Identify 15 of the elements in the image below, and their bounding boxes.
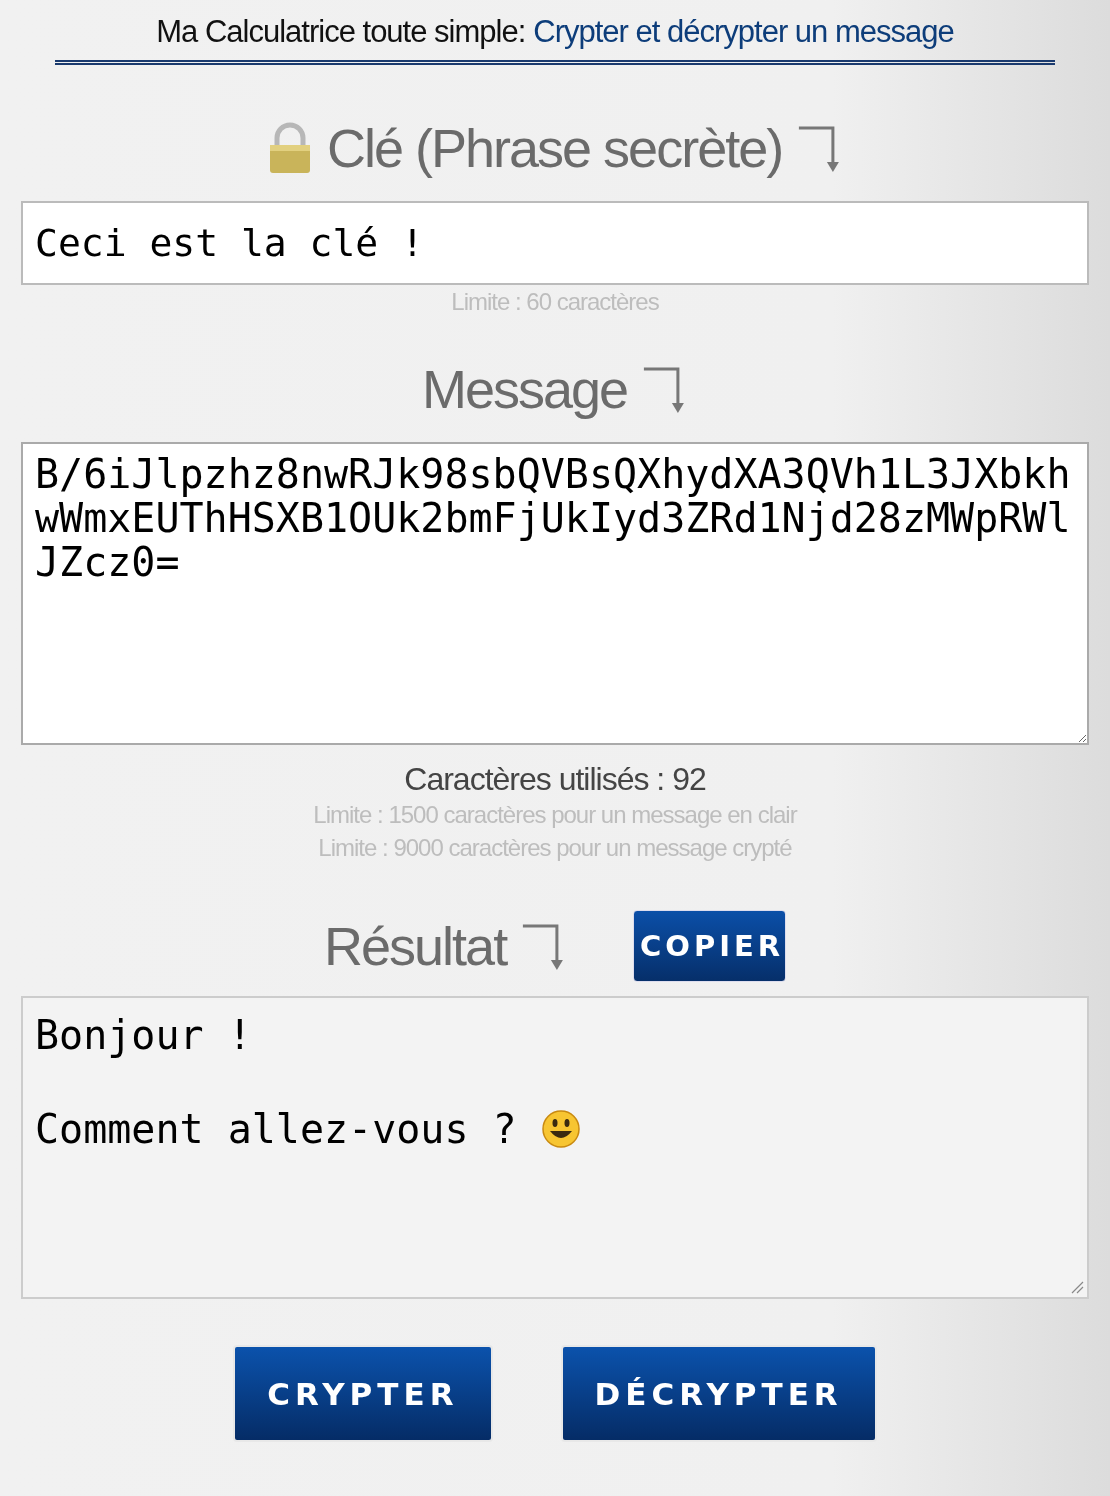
- message-textarea[interactable]: B/6iJlpzhz8nwRJk98sbQVBsQXhydXA3QVh1L3JXbkhwWmxEUThHSXB1OUk2bmFjUkIyd3ZRd1Njd28zMWpRWlJZcz0=: [21, 442, 1089, 745]
- key-input-field[interactable]: Ceci est la clé !: [21, 201, 1089, 285]
- copy-button[interactable]: COPIER: [632, 910, 786, 982]
- result-textarea[interactable]: Bonjour ! Comment allez-vous ?: [21, 996, 1089, 1299]
- message-heading: Message: [422, 358, 628, 420]
- resize-grip-icon[interactable]: [1070, 1280, 1084, 1294]
- encrypt-button[interactable]: CRYPTER: [233, 1345, 493, 1442]
- page-subtitle: Crypter et décrypter un message: [533, 14, 954, 50]
- result-heading: Résultat: [324, 915, 507, 977]
- lock-icon: [267, 122, 313, 174]
- key-heading: Clé (Phrase secrète): [327, 117, 783, 179]
- page-title: Ma Calculatrice toute simple:: [156, 14, 526, 50]
- decrypt-button[interactable]: DÉCRYPTER: [560, 1345, 877, 1442]
- smiley-icon: [540, 1109, 581, 1149]
- characters-used: Caractères utilisés : 92: [404, 761, 706, 798]
